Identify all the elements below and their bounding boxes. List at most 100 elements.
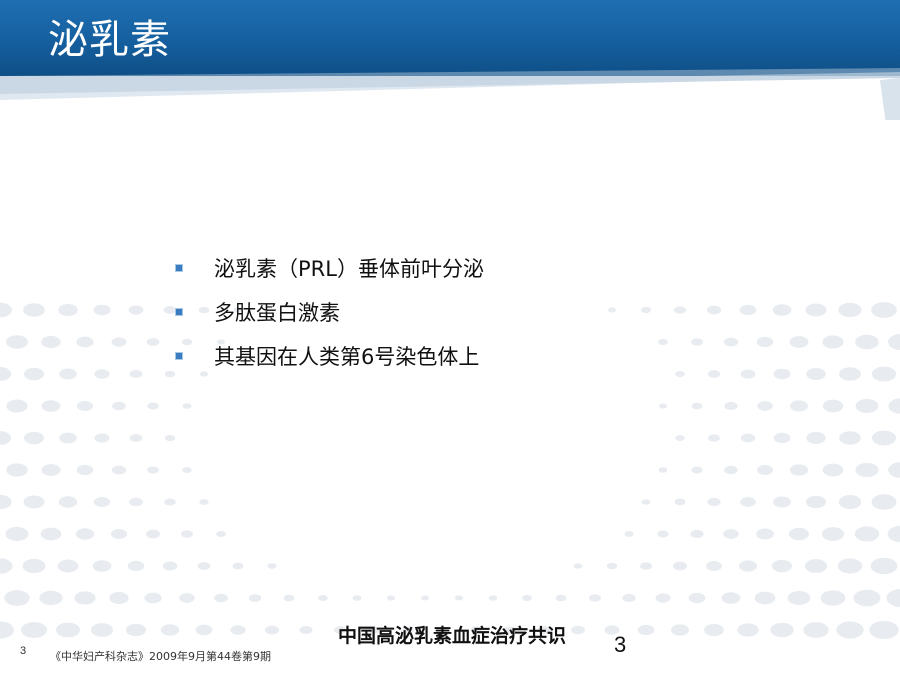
background-dot [657, 530, 669, 538]
background-dot [199, 499, 209, 505]
background-dot [162, 561, 178, 571]
background-dot [248, 594, 262, 602]
background-dot [6, 463, 28, 477]
background-dot [641, 499, 651, 505]
background-dot [675, 435, 685, 441]
background-dot [76, 464, 94, 476]
background-dot [59, 368, 77, 380]
background-dot [658, 403, 668, 409]
background-dot [573, 563, 583, 569]
background-dot [164, 498, 176, 506]
background-dot [789, 527, 809, 541]
background-dot [706, 561, 722, 571]
background-dot [299, 625, 313, 635]
background-dot [855, 398, 879, 414]
background-dot [283, 594, 295, 602]
background-dot [690, 529, 704, 539]
bullet-text: 多肽蛋白激素 [214, 301, 340, 325]
background-dot [110, 528, 128, 540]
bullet-list: 泌乳素（PRL）垂体前叶分泌 多肽蛋白激素 其基因在人类第6号染色体上 [176, 246, 484, 378]
background-dot [637, 624, 655, 636]
background-dot [214, 593, 228, 603]
background-dot [691, 466, 703, 474]
background-dot [264, 625, 280, 635]
background-dot [822, 399, 844, 413]
background-dot [691, 338, 703, 346]
background-dot [836, 621, 864, 639]
background-dot [704, 623, 724, 637]
background-dot [887, 525, 900, 543]
background-dot [756, 336, 774, 348]
background-dot [737, 623, 759, 637]
background-dot [488, 595, 498, 601]
background-dot [4, 590, 30, 606]
background-dot [870, 557, 898, 575]
background-dot [871, 366, 897, 382]
background-dot [871, 494, 897, 510]
bullet-text: 泌乳素（PRL）垂体前叶分泌 [214, 257, 484, 281]
background-dot [420, 595, 430, 601]
background-dot [94, 369, 110, 379]
background-dot [773, 496, 791, 508]
background-dot [164, 434, 176, 442]
background-dot [74, 591, 96, 605]
background-dot [39, 590, 63, 606]
background-dot [839, 367, 861, 381]
background-dot [182, 403, 192, 409]
background-dot [855, 334, 879, 350]
background-dot [707, 370, 721, 378]
background-dot [216, 530, 226, 538]
background-dot [386, 595, 396, 601]
background-dot [673, 306, 687, 314]
background-dot [93, 304, 111, 316]
background-dot [723, 529, 739, 539]
background-dot [6, 335, 28, 349]
background-dot [721, 592, 741, 604]
background-dot [639, 562, 653, 570]
bullet-square-icon [176, 353, 182, 359]
background-dot [740, 497, 756, 507]
background-dot [724, 401, 738, 411]
background-dot [145, 529, 161, 539]
background-dot [144, 592, 162, 604]
background-dot [790, 400, 808, 412]
background-dot [127, 560, 145, 572]
background-dot [787, 590, 811, 606]
background-dot [820, 590, 846, 606]
background-dot [888, 398, 900, 414]
background-dot [555, 594, 567, 602]
bullet-text: 其基因在人类第6号染色体上 [214, 345, 480, 369]
bullet-square-icon [176, 265, 182, 271]
background-dot [230, 625, 246, 635]
background-dot [147, 402, 159, 410]
background-dot [195, 624, 213, 636]
background-dot [624, 531, 634, 537]
background-dot [837, 558, 863, 574]
background-dot [606, 562, 618, 570]
background-dot [888, 333, 900, 351]
background-dot [0, 494, 12, 510]
background-dot [21, 621, 47, 639]
background-dot [163, 306, 177, 314]
background-dot [724, 465, 738, 475]
background-dot [888, 462, 900, 478]
bullet-square-icon [176, 309, 182, 315]
background-dot [789, 464, 809, 476]
background-dot [24, 431, 44, 445]
background-dot [109, 592, 129, 604]
background-dot [58, 303, 78, 317]
background-dot [41, 400, 61, 412]
background-dot [804, 559, 828, 573]
background-dot [179, 593, 195, 603]
background-dot [853, 589, 881, 607]
background-dot [806, 432, 826, 444]
background-dot [838, 495, 862, 509]
background-dot [111, 465, 127, 475]
background-dot [164, 370, 176, 378]
background-dot [839, 431, 861, 445]
background-dot [771, 559, 793, 573]
bullet-item: 其基因在人类第6号染色体上 [176, 334, 484, 378]
background-dot [182, 467, 192, 473]
background-dot [707, 497, 721, 507]
footer-page-number-small: 3 [20, 645, 27, 657]
